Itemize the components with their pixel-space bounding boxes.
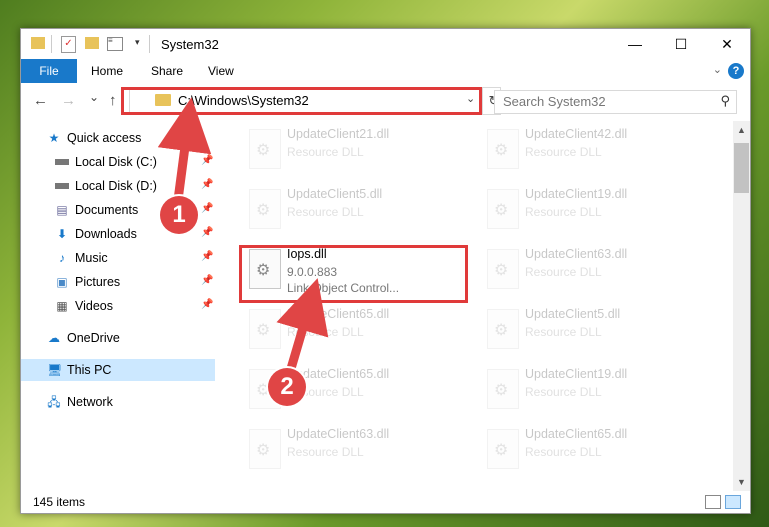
arrow-1 xyxy=(157,97,212,201)
annotation-arrows xyxy=(157,97,329,374)
callout-step-2: 2 xyxy=(268,368,306,406)
callout-step-1: 1 xyxy=(160,196,198,234)
arrow-2 xyxy=(276,278,329,374)
